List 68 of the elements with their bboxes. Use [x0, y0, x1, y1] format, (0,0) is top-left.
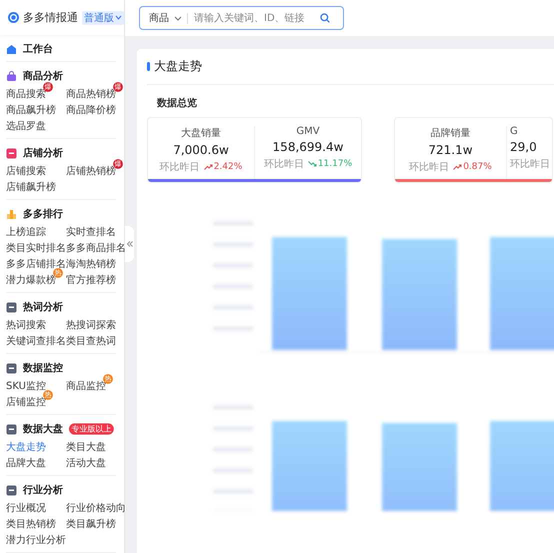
nav-link[interactable]: 类目飙升榜 — [66, 517, 116, 531]
section-title[interactable]: 店铺分析 — [23, 146, 63, 160]
nav-link[interactable]: 类目热销榜 — [6, 517, 56, 531]
nav-link[interactable]: 热词搜索 — [6, 318, 46, 332]
nav-link[interactable]: 品牌大盘 — [6, 456, 46, 470]
nav-link[interactable]: 店铺搜索 — [6, 164, 46, 178]
nav-link[interactable]: 行业概况 — [6, 501, 46, 515]
nav-link[interactable]: 店铺飙升榜 — [6, 180, 56, 194]
edition-tag: 专业版以上 — [69, 423, 114, 435]
nav-link[interactable]: 店铺监控 — [6, 395, 46, 409]
nav-link[interactable]: 店铺热销榜 — [66, 164, 116, 178]
nav-link[interactable]: 类目大盘 — [66, 440, 106, 454]
section-title[interactable]: 多多排行 — [23, 207, 63, 221]
podium-icon — [6, 208, 17, 220]
change-value: 2.42% — [204, 162, 242, 172]
metric-label: 品牌销量 — [430, 127, 470, 140]
change-label: 环比昨日 — [510, 158, 550, 171]
page-title: 大盘走势 — [154, 58, 202, 75]
bag-icon — [6, 70, 17, 82]
section-title[interactable]: 行业分析 — [23, 483, 63, 497]
section-title[interactable]: 商品分析 — [23, 69, 63, 83]
search-icon[interactable] — [320, 13, 330, 23]
nav-link[interactable]: 商品飙升榜 — [6, 103, 56, 117]
metric-label: 大盘销量 — [181, 126, 221, 140]
section-title[interactable]: 数据监控 — [23, 361, 63, 375]
nav-link[interactable]: 上榜追踪 — [6, 225, 46, 239]
nav-link[interactable]: 商品搜索 — [6, 87, 46, 101]
nav-link[interactable]: 官方推荐榜 — [66, 273, 116, 287]
app-name: 多多情报通 — [23, 10, 78, 25]
nav-link[interactable]: 类目实时排名 — [6, 241, 66, 255]
section-title[interactable]: 数据大盘 — [23, 422, 63, 436]
chevron-icon — [115, 15, 122, 20]
section-title[interactable]: 工作台 — [23, 42, 53, 56]
double-chevron-icon — [126, 241, 132, 247]
change-value: 0.87% — [453, 162, 492, 172]
metric-label: G — [510, 126, 518, 137]
nav-link[interactable]: 选品罗盘 — [6, 119, 46, 133]
nav-link[interactable]: 潜力爆款榜 — [6, 273, 56, 287]
change-label: 环比昨日 — [409, 160, 450, 174]
change-label: 环比昨日 — [160, 160, 200, 174]
section-title[interactable]: 热词分析 — [23, 300, 63, 314]
metric-label: GMV — [296, 126, 320, 137]
metric-value: 7,000.6w — [173, 143, 229, 157]
collapse-tab[interactable] — [125, 226, 134, 262]
nav-link[interactable]: 行业价格动向 — [66, 501, 126, 515]
nav-link[interactable]: SKU监控 — [6, 379, 46, 393]
logo-icon — [8, 9, 19, 26]
nav-link[interactable]: 热搜词探索 — [66, 318, 116, 332]
chevron-icon — [174, 16, 182, 20]
nav-link[interactable]: 商品热销榜 — [66, 87, 116, 101]
house-icon — [6, 44, 17, 54]
nav-link[interactable]: 关键词查排名 — [6, 334, 66, 348]
nav-link[interactable]: 实时查排名 — [66, 225, 116, 239]
metric-value: 29,0 — [510, 140, 537, 154]
nav-link[interactable]: 海淘热销榜 — [66, 257, 116, 271]
nav-link[interactable]: 大盘走势 — [6, 440, 46, 454]
metric-value: 158,699.4w — [272, 140, 344, 154]
nav-link[interactable]: 潜力行业分析 — [6, 533, 66, 547]
nav-link[interactable]: 多多店铺排名 — [6, 257, 66, 271]
section-heading: 数据总览 — [157, 96, 198, 110]
nav-link[interactable]: 商品降价榜 — [66, 103, 116, 117]
nav-link[interactable]: 类目查热词 — [66, 334, 116, 348]
nav-link[interactable]: 多多商品排名 — [66, 241, 126, 255]
change-label: 环比昨日 — [264, 158, 304, 171]
metric-value: 721.1w — [428, 143, 473, 157]
nav-link[interactable]: 活动大盘 — [66, 456, 106, 470]
change-value: 11.17% — [308, 159, 352, 169]
nav-link[interactable]: 商品监控 — [66, 379, 106, 393]
